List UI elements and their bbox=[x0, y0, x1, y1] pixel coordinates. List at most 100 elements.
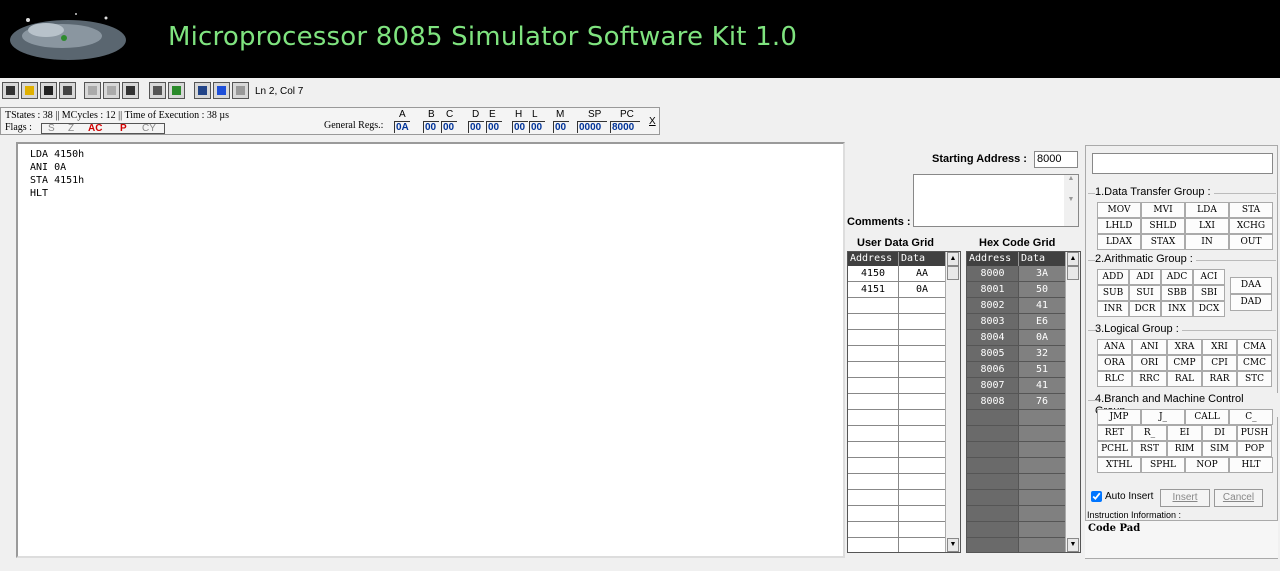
instruction-button-ani[interactable]: ANI bbox=[1132, 339, 1167, 355]
table-row[interactable]: 8006 51 bbox=[967, 362, 1080, 378]
table-row[interactable] bbox=[848, 378, 960, 394]
data-cell[interactable] bbox=[899, 538, 946, 552]
data-cell[interactable]: 76 bbox=[1019, 394, 1066, 410]
memory-icon[interactable] bbox=[168, 82, 185, 99]
hex-code-grid[interactable]: Address Data 8000 3A 8001 50 8002 41 8003 E6 800… bbox=[966, 251, 1081, 553]
table-row[interactable]: 8001 50 bbox=[967, 282, 1080, 298]
table-row[interactable] bbox=[967, 490, 1080, 506]
table-row[interactable]: 4150 AA bbox=[848, 266, 960, 282]
instruction-button-sim[interactable]: SIM bbox=[1202, 441, 1237, 457]
address-cell[interactable]: 8001 bbox=[967, 282, 1019, 298]
instruction-button-mvi[interactable]: MVI bbox=[1141, 202, 1185, 218]
address-cell[interactable] bbox=[967, 522, 1019, 538]
address-cell[interactable]: 4151 bbox=[848, 282, 899, 298]
table-row[interactable] bbox=[848, 490, 960, 506]
instruction-button-j-[interactable]: J_ bbox=[1141, 409, 1185, 425]
data-cell[interactable] bbox=[899, 298, 946, 314]
instruction-button-lhld[interactable]: LHLD bbox=[1097, 218, 1141, 234]
instruction-button-sui[interactable]: SUI bbox=[1129, 285, 1161, 301]
table-row[interactable] bbox=[967, 410, 1080, 426]
instruction-button-sbi[interactable]: SBI bbox=[1193, 285, 1225, 301]
address-cell[interactable] bbox=[848, 474, 899, 490]
instruction-button-di[interactable]: DI bbox=[1202, 425, 1237, 441]
instruction-button-daa[interactable]: DAA bbox=[1230, 277, 1272, 294]
instruction-button-adi[interactable]: ADI bbox=[1129, 269, 1161, 285]
close-regs-button[interactable]: X bbox=[649, 116, 656, 127]
address-cell[interactable] bbox=[848, 394, 899, 410]
address-cell[interactable]: 8002 bbox=[967, 298, 1019, 314]
table-row[interactable]: 8002 41 bbox=[967, 298, 1080, 314]
data-cell[interactable] bbox=[1019, 490, 1066, 506]
instruction-button-sub[interactable]: SUB bbox=[1097, 285, 1129, 301]
address-cell[interactable] bbox=[848, 314, 899, 330]
address-cell[interactable] bbox=[967, 426, 1019, 442]
data-cell[interactable] bbox=[899, 410, 946, 426]
scroll-up-icon[interactable]: ▲ bbox=[1067, 252, 1079, 266]
data-cell[interactable] bbox=[899, 474, 946, 490]
save-icon[interactable] bbox=[40, 82, 57, 99]
paste-icon[interactable] bbox=[122, 82, 139, 99]
data-cell[interactable]: E6 bbox=[1019, 314, 1066, 330]
scroll-thumb[interactable] bbox=[1067, 266, 1079, 280]
instruction-button-aci[interactable]: ACI bbox=[1193, 269, 1225, 285]
data-cell[interactable]: 50 bbox=[1019, 282, 1066, 298]
data-cell[interactable] bbox=[1019, 474, 1066, 490]
table-row[interactable] bbox=[848, 410, 960, 426]
instruction-button-ora[interactable]: ORA bbox=[1097, 355, 1132, 371]
address-cell[interactable] bbox=[848, 506, 899, 522]
instruction-button-mov[interactable]: MOV bbox=[1097, 202, 1141, 218]
instruction-button-dad[interactable]: DAD bbox=[1230, 294, 1272, 311]
instruction-button-c-[interactable]: C_ bbox=[1229, 409, 1273, 425]
table-row[interactable] bbox=[967, 538, 1080, 552]
data-cell[interactable] bbox=[1019, 506, 1066, 522]
address-cell[interactable]: 8004 bbox=[967, 330, 1019, 346]
instruction-button-inr[interactable]: INR bbox=[1097, 301, 1129, 317]
data-cell[interactable]: 3A bbox=[1019, 266, 1066, 282]
insert-button[interactable]: Insert bbox=[1160, 489, 1210, 507]
address-cell[interactable] bbox=[848, 458, 899, 474]
run-icon[interactable] bbox=[213, 82, 230, 99]
data-cell[interactable] bbox=[1019, 410, 1066, 426]
address-cell[interactable] bbox=[848, 378, 899, 394]
data-cell[interactable]: 41 bbox=[1019, 378, 1066, 394]
data-cell[interactable] bbox=[899, 394, 946, 410]
print-icon[interactable] bbox=[59, 82, 76, 99]
address-cell[interactable] bbox=[848, 538, 899, 552]
data-cell[interactable] bbox=[899, 458, 946, 474]
address-cell[interactable] bbox=[967, 474, 1019, 490]
hcg-scrollbar[interactable]: ▲ ▼ bbox=[1065, 252, 1080, 552]
table-row[interactable]: 4151 0A bbox=[848, 282, 960, 298]
data-cell[interactable] bbox=[1019, 458, 1066, 474]
data-cell[interactable]: 0A bbox=[1019, 330, 1066, 346]
instruction-button-dcx[interactable]: DCX bbox=[1193, 301, 1225, 317]
address-cell[interactable]: 8007 bbox=[967, 378, 1019, 394]
table-row[interactable] bbox=[848, 330, 960, 346]
instruction-button-dcr[interactable]: DCR bbox=[1129, 301, 1161, 317]
address-cell[interactable]: 8000 bbox=[967, 266, 1019, 282]
table-row[interactable]: 8008 76 bbox=[967, 394, 1080, 410]
data-cell[interactable]: 32 bbox=[1019, 346, 1066, 362]
compile-icon[interactable] bbox=[194, 82, 211, 99]
instruction-button-pchl[interactable]: PCHL bbox=[1097, 441, 1132, 457]
table-row[interactable] bbox=[848, 458, 960, 474]
instruction-button-cmc[interactable]: CMC bbox=[1237, 355, 1272, 371]
grid-body[interactable]: 8000 3A 8001 50 8002 41 8003 E6 8004 0A 8005 32 8006… bbox=[967, 266, 1080, 552]
table-row[interactable] bbox=[967, 442, 1080, 458]
table-row[interactable] bbox=[848, 442, 960, 458]
instruction-button-xra[interactable]: XRA bbox=[1167, 339, 1202, 355]
table-row[interactable]: 8004 0A bbox=[967, 330, 1080, 346]
address-cell[interactable] bbox=[967, 458, 1019, 474]
code-editor[interactable]: LDA 4150h ANI 0A STA 4151h HLT bbox=[16, 142, 845, 558]
table-row[interactable] bbox=[848, 506, 960, 522]
instruction-button-nop[interactable]: NOP bbox=[1185, 457, 1229, 473]
data-cell[interactable] bbox=[899, 522, 946, 538]
address-cell[interactable] bbox=[848, 522, 899, 538]
instruction-button-xri[interactable]: XRI bbox=[1202, 339, 1237, 355]
address-cell[interactable]: 8006 bbox=[967, 362, 1019, 378]
address-cell[interactable] bbox=[848, 442, 899, 458]
table-row[interactable] bbox=[967, 506, 1080, 522]
address-cell[interactable] bbox=[848, 426, 899, 442]
udg-scrollbar[interactable]: ▲ ▼ bbox=[945, 252, 960, 552]
auto-insert-check[interactable] bbox=[1091, 491, 1102, 502]
instruction-button-in[interactable]: IN bbox=[1185, 234, 1229, 250]
